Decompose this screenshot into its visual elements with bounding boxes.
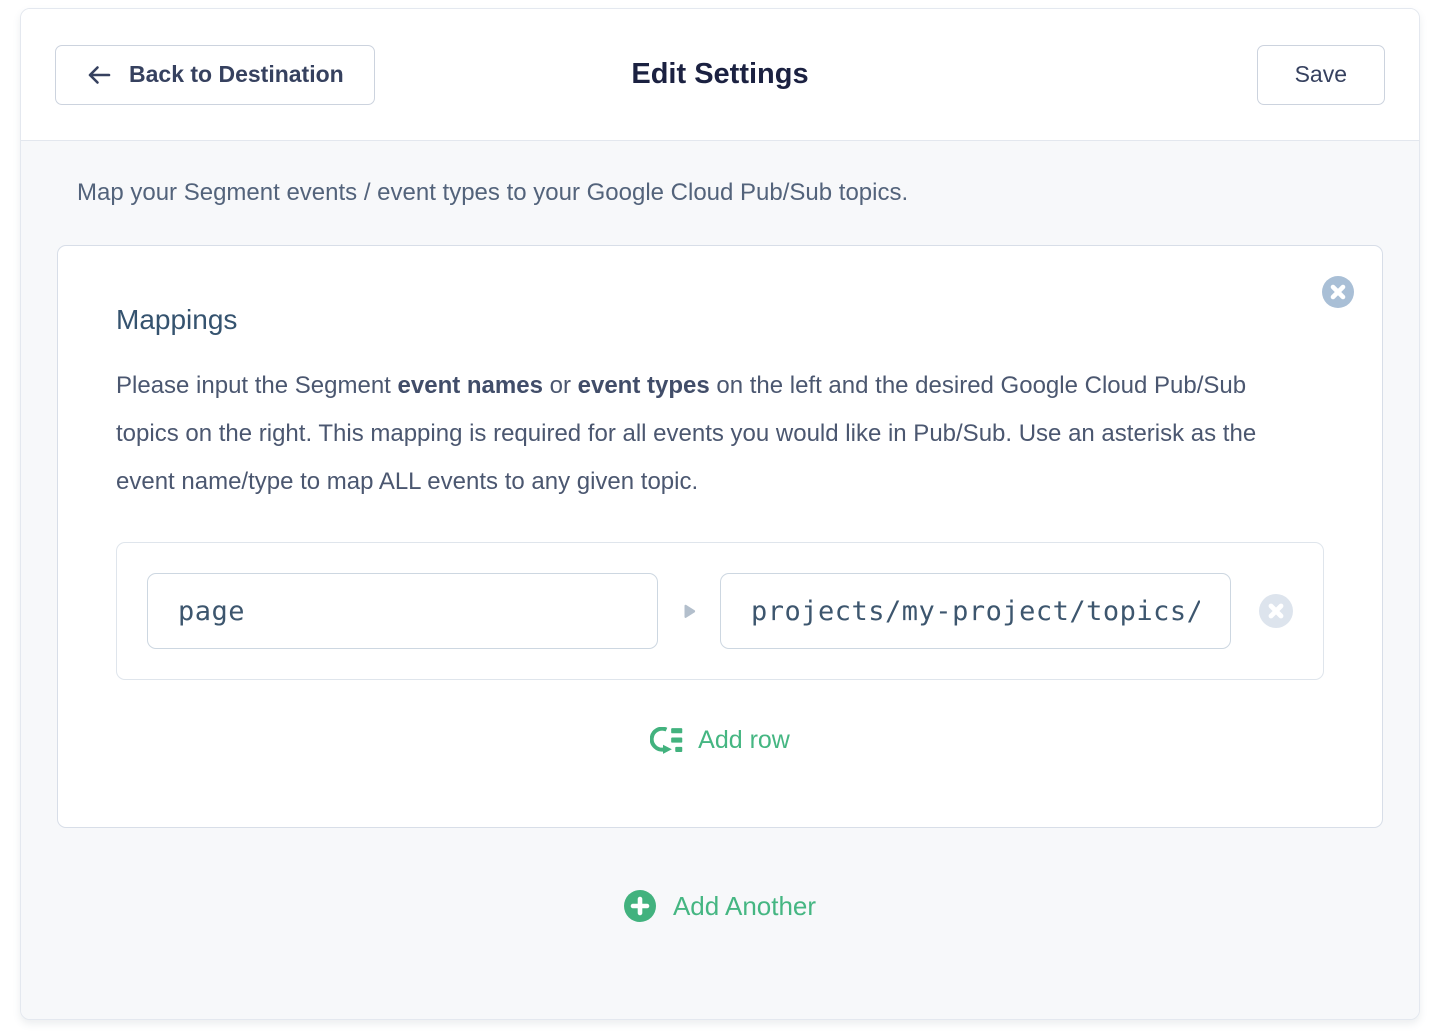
add-another-label: Add Another bbox=[673, 891, 816, 922]
mappings-card: Mappings Please input the Segment event … bbox=[57, 245, 1383, 828]
add-row-button[interactable]: Add row bbox=[650, 726, 790, 755]
edit-settings-panel: Edit Settings Back to Destination Save M… bbox=[20, 8, 1420, 1020]
header: Edit Settings Back to Destination Save bbox=[21, 9, 1419, 141]
arrow-left-icon bbox=[86, 63, 112, 87]
plus-circle-icon bbox=[624, 890, 656, 922]
back-button-label: Back to Destination bbox=[129, 61, 344, 88]
card-title: Mappings bbox=[116, 304, 1324, 336]
pubsub-topic-input[interactable] bbox=[720, 573, 1231, 649]
intro-text: Map your Segment events / event types to… bbox=[57, 177, 1383, 207]
close-icon bbox=[1259, 594, 1293, 628]
remove-setting-button[interactable] bbox=[1322, 276, 1354, 308]
card-description-bold: event names bbox=[398, 372, 543, 399]
card-description-part: Please input the Segment bbox=[116, 372, 398, 399]
settings-body: Map your Segment events / event types to… bbox=[21, 141, 1419, 1019]
back-to-destination-button[interactable]: Back to Destination bbox=[55, 45, 375, 105]
triangle-right-icon bbox=[658, 604, 720, 619]
save-button[interactable]: Save bbox=[1257, 45, 1385, 105]
remove-row-button[interactable] bbox=[1259, 594, 1293, 628]
card-description-bold: event types bbox=[578, 372, 710, 399]
mapping-row bbox=[116, 542, 1324, 680]
card-description: Please input the Segment event names or … bbox=[116, 362, 1281, 506]
add-row-label: Add row bbox=[698, 726, 790, 755]
close-icon bbox=[1322, 276, 1354, 308]
event-name-input[interactable] bbox=[147, 573, 658, 649]
card-description-part: or bbox=[543, 372, 578, 399]
insert-row-arrow-icon bbox=[650, 727, 683, 755]
add-another-button[interactable]: Add Another bbox=[624, 890, 816, 922]
